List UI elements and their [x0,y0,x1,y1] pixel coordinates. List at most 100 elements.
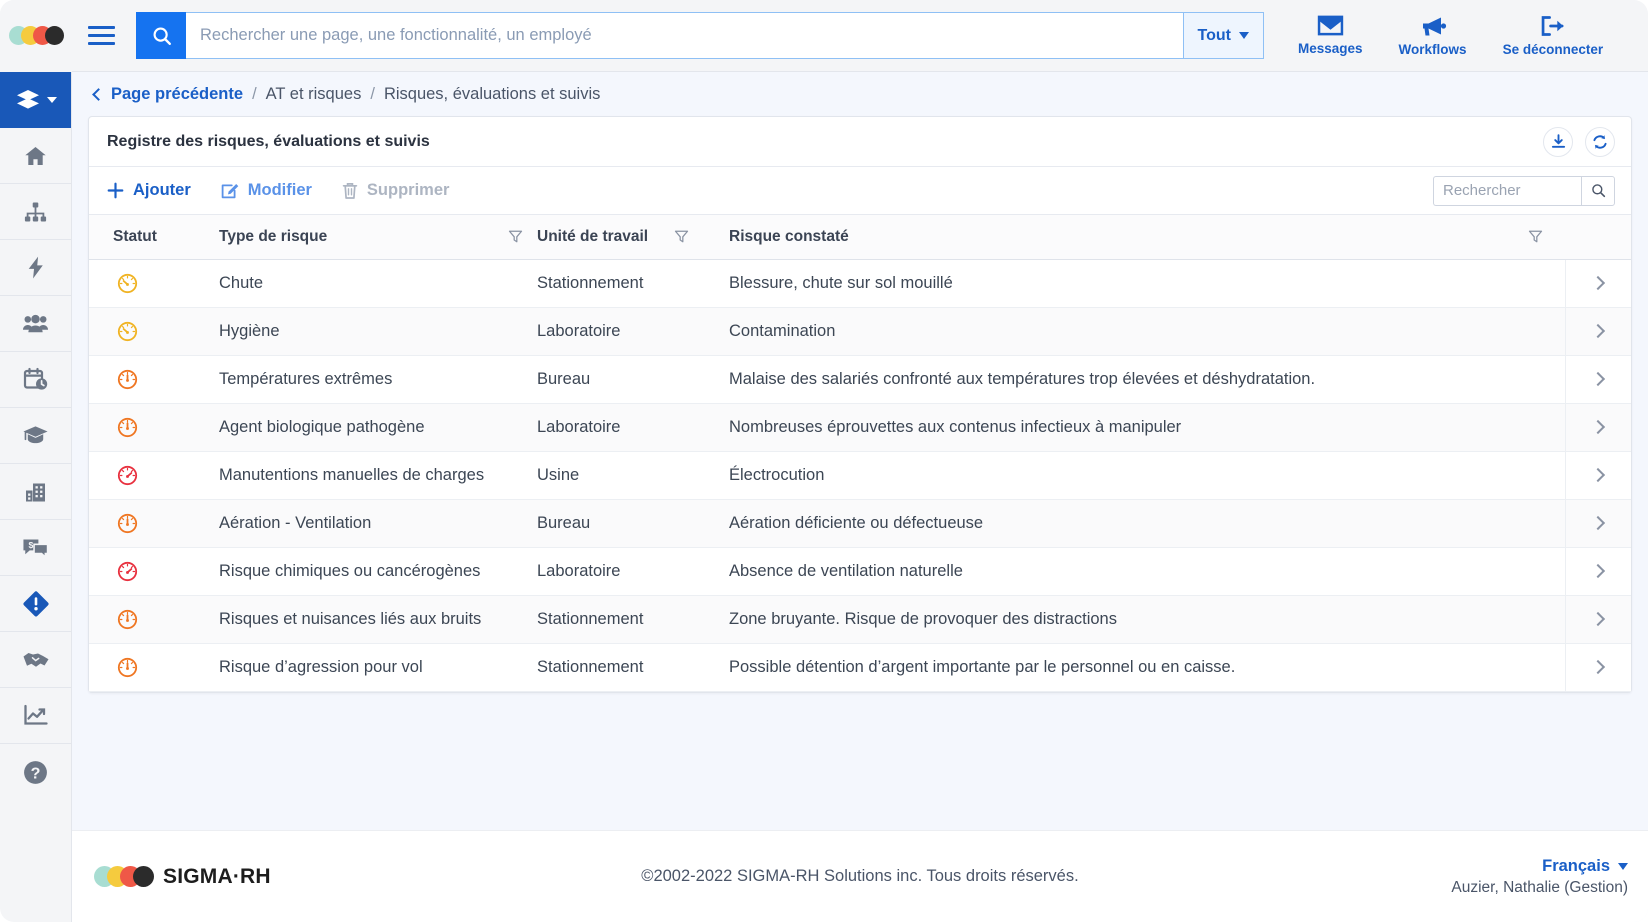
cell-unite-de-travail: Stationnement [537,259,715,307]
refresh-icon [1592,134,1608,150]
lightning-icon [25,255,47,280]
breadcrumb-separator: / [370,85,375,104]
table-search-input[interactable] [1433,176,1581,206]
chat-dollar-icon: $ [22,536,49,559]
cell-unite-de-travail-text: Stationnement [537,658,643,676]
table-row[interactable]: Manutentions manuelles de chargesUsineÉl… [89,451,1631,499]
cell-unite-de-travail-text: Stationnement [537,274,643,292]
sidebar-item-entreprise[interactable] [0,464,71,520]
breadcrumb-back-label: Page précédente [111,85,243,104]
filter-icon[interactable] [508,229,523,244]
sidebar-item-remuneration[interactable]: $ [0,520,71,576]
pencil-square-icon [221,182,239,200]
column-header-statut[interactable]: Statut [89,215,207,259]
status-gauge-jaune-icon [117,321,138,342]
footer-wordmark: SIGMA·RH [163,865,271,889]
sigma-rh-logo-icon [94,866,154,888]
topnav-logout[interactable]: Se déconnecter [1503,15,1604,57]
svg-text:$: $ [29,540,34,550]
cell-statut [89,499,207,547]
add-button[interactable]: Ajouter [107,181,191,200]
hamburger-menu-button[interactable] [72,0,130,72]
filter-icon[interactable] [1528,229,1543,244]
download-button[interactable] [1543,127,1573,157]
row-detail-button[interactable] [1565,595,1631,643]
column-header-type[interactable]: Type de risque [207,215,537,259]
edit-button[interactable]: Modifier [221,181,312,200]
table-row[interactable]: HygièneLaboratoireContamination [89,307,1631,355]
cell-unite-de-travail: Laboratoire [537,403,715,451]
row-detail-button[interactable] [1565,355,1631,403]
status-gauge-jaune-icon [117,273,138,294]
row-detail-button[interactable] [1565,499,1631,547]
cell-type-de-risque-text: Risques et nuisances liés aux bruits [207,610,481,628]
table-row[interactable]: Agent biologique pathogèneLaboratoireNom… [89,403,1631,451]
status-gauge-orange-icon [117,369,138,390]
breadcrumb-item-current: Risques, évaluations et suivis [384,85,600,104]
table-row[interactable]: Risques et nuisances liés aux bruitsStat… [89,595,1631,643]
chevron-right-icon [1591,275,1605,289]
cell-risque-constate: Électrocution [715,451,1565,499]
cell-type-de-risque-text: Hygiène [207,322,280,340]
table-row[interactable]: Risque chimiques ou cancérogènesLaborato… [89,547,1631,595]
refresh-button[interactable] [1585,127,1615,157]
chevron-right-icon [1591,419,1605,433]
add-button-label: Ajouter [133,181,191,200]
row-detail-button[interactable] [1565,403,1631,451]
cell-statut [89,355,207,403]
sidebar-item-formation[interactable] [0,408,71,464]
topnav-messages[interactable]: Messages [1298,15,1363,56]
topnav-workflows[interactable]: Workflows [1399,15,1467,57]
cell-type-de-risque: Chute [207,259,537,307]
cell-risque-constate-text: Absence de ventilation naturelle [715,562,963,580]
global-search-input[interactable] [186,12,1183,59]
search-submit-button[interactable] [136,12,186,59]
row-detail-button[interactable] [1565,307,1631,355]
search-scope-label: Tout [1198,27,1231,45]
cell-risque-constate: Aération déficiente ou défectueuse [715,499,1565,547]
app-logo[interactable] [0,0,72,72]
cell-unite-de-travail: Stationnement [537,643,715,691]
sidebar-item-rapports[interactable] [0,688,71,744]
search-scope-dropdown[interactable]: Tout [1183,12,1264,59]
row-detail-button[interactable] [1565,259,1631,307]
top-navigation: Messages Workflows Se déconnecter [1298,15,1625,57]
cell-unite-de-travail: Laboratoire [537,307,715,355]
column-header-risque[interactable]: Risque constaté [715,215,1565,259]
column-header-statut-label: Statut [113,228,157,245]
language-selector[interactable]: Français [1451,857,1628,876]
sidebar-item-modules[interactable] [0,72,71,128]
cell-type-de-risque-text: Risque d’agression pour vol [207,658,423,676]
table-search-button[interactable] [1581,176,1615,206]
filter-icon[interactable] [674,229,689,244]
sidebar-item-temps[interactable] [0,352,71,408]
cell-type-de-risque: Températures extrêmes [207,355,537,403]
column-header-unite[interactable]: Unité de travail [537,215,715,259]
sidebar-item-relations[interactable] [0,632,71,688]
table-row[interactable]: ChuteStationnementBlessure, chute sur so… [89,259,1631,307]
cell-risque-constate: Absence de ventilation naturelle [715,547,1565,595]
cell-type-de-risque: Hygiène [207,307,537,355]
cell-type-de-risque: Risque d’agression pour vol [207,643,537,691]
trash-icon [342,182,358,200]
sidebar-item-at-et-risques[interactable] [0,576,71,632]
table-row[interactable]: Aération - VentilationBureauAération déf… [89,499,1631,547]
cell-type-de-risque-text: Températures extrêmes [207,370,392,388]
sidebar-item-employes[interactable] [0,296,71,352]
row-detail-button[interactable] [1565,451,1631,499]
sidebar-item-organisation[interactable] [0,184,71,240]
table-row[interactable]: Risque d’agression pour vol Stationnement… [89,643,1631,691]
breadcrumb-item-at-et-risques[interactable]: AT et risques [266,85,362,104]
svg-text:?: ? [31,764,41,782]
row-detail-button[interactable] [1565,643,1631,691]
table-row[interactable]: Températures extrêmesBureauMalaise des s… [89,355,1631,403]
cell-unite-de-travail: Laboratoire [537,547,715,595]
footer-copyright: ©2002-2022 SIGMA-RH Solutions inc. Tous … [72,867,1648,886]
sidebar-item-aide[interactable]: ? [0,744,71,800]
sigma-rh-logo-icon [9,25,64,47]
cell-risque-constate: Malaise des salariés confronté aux tempé… [715,355,1565,403]
row-detail-button[interactable] [1565,547,1631,595]
sidebar-item-actions-rapides[interactable] [0,240,71,296]
sidebar-item-accueil[interactable] [0,128,71,184]
breadcrumb-back-link[interactable]: Page précédente [94,85,243,104]
